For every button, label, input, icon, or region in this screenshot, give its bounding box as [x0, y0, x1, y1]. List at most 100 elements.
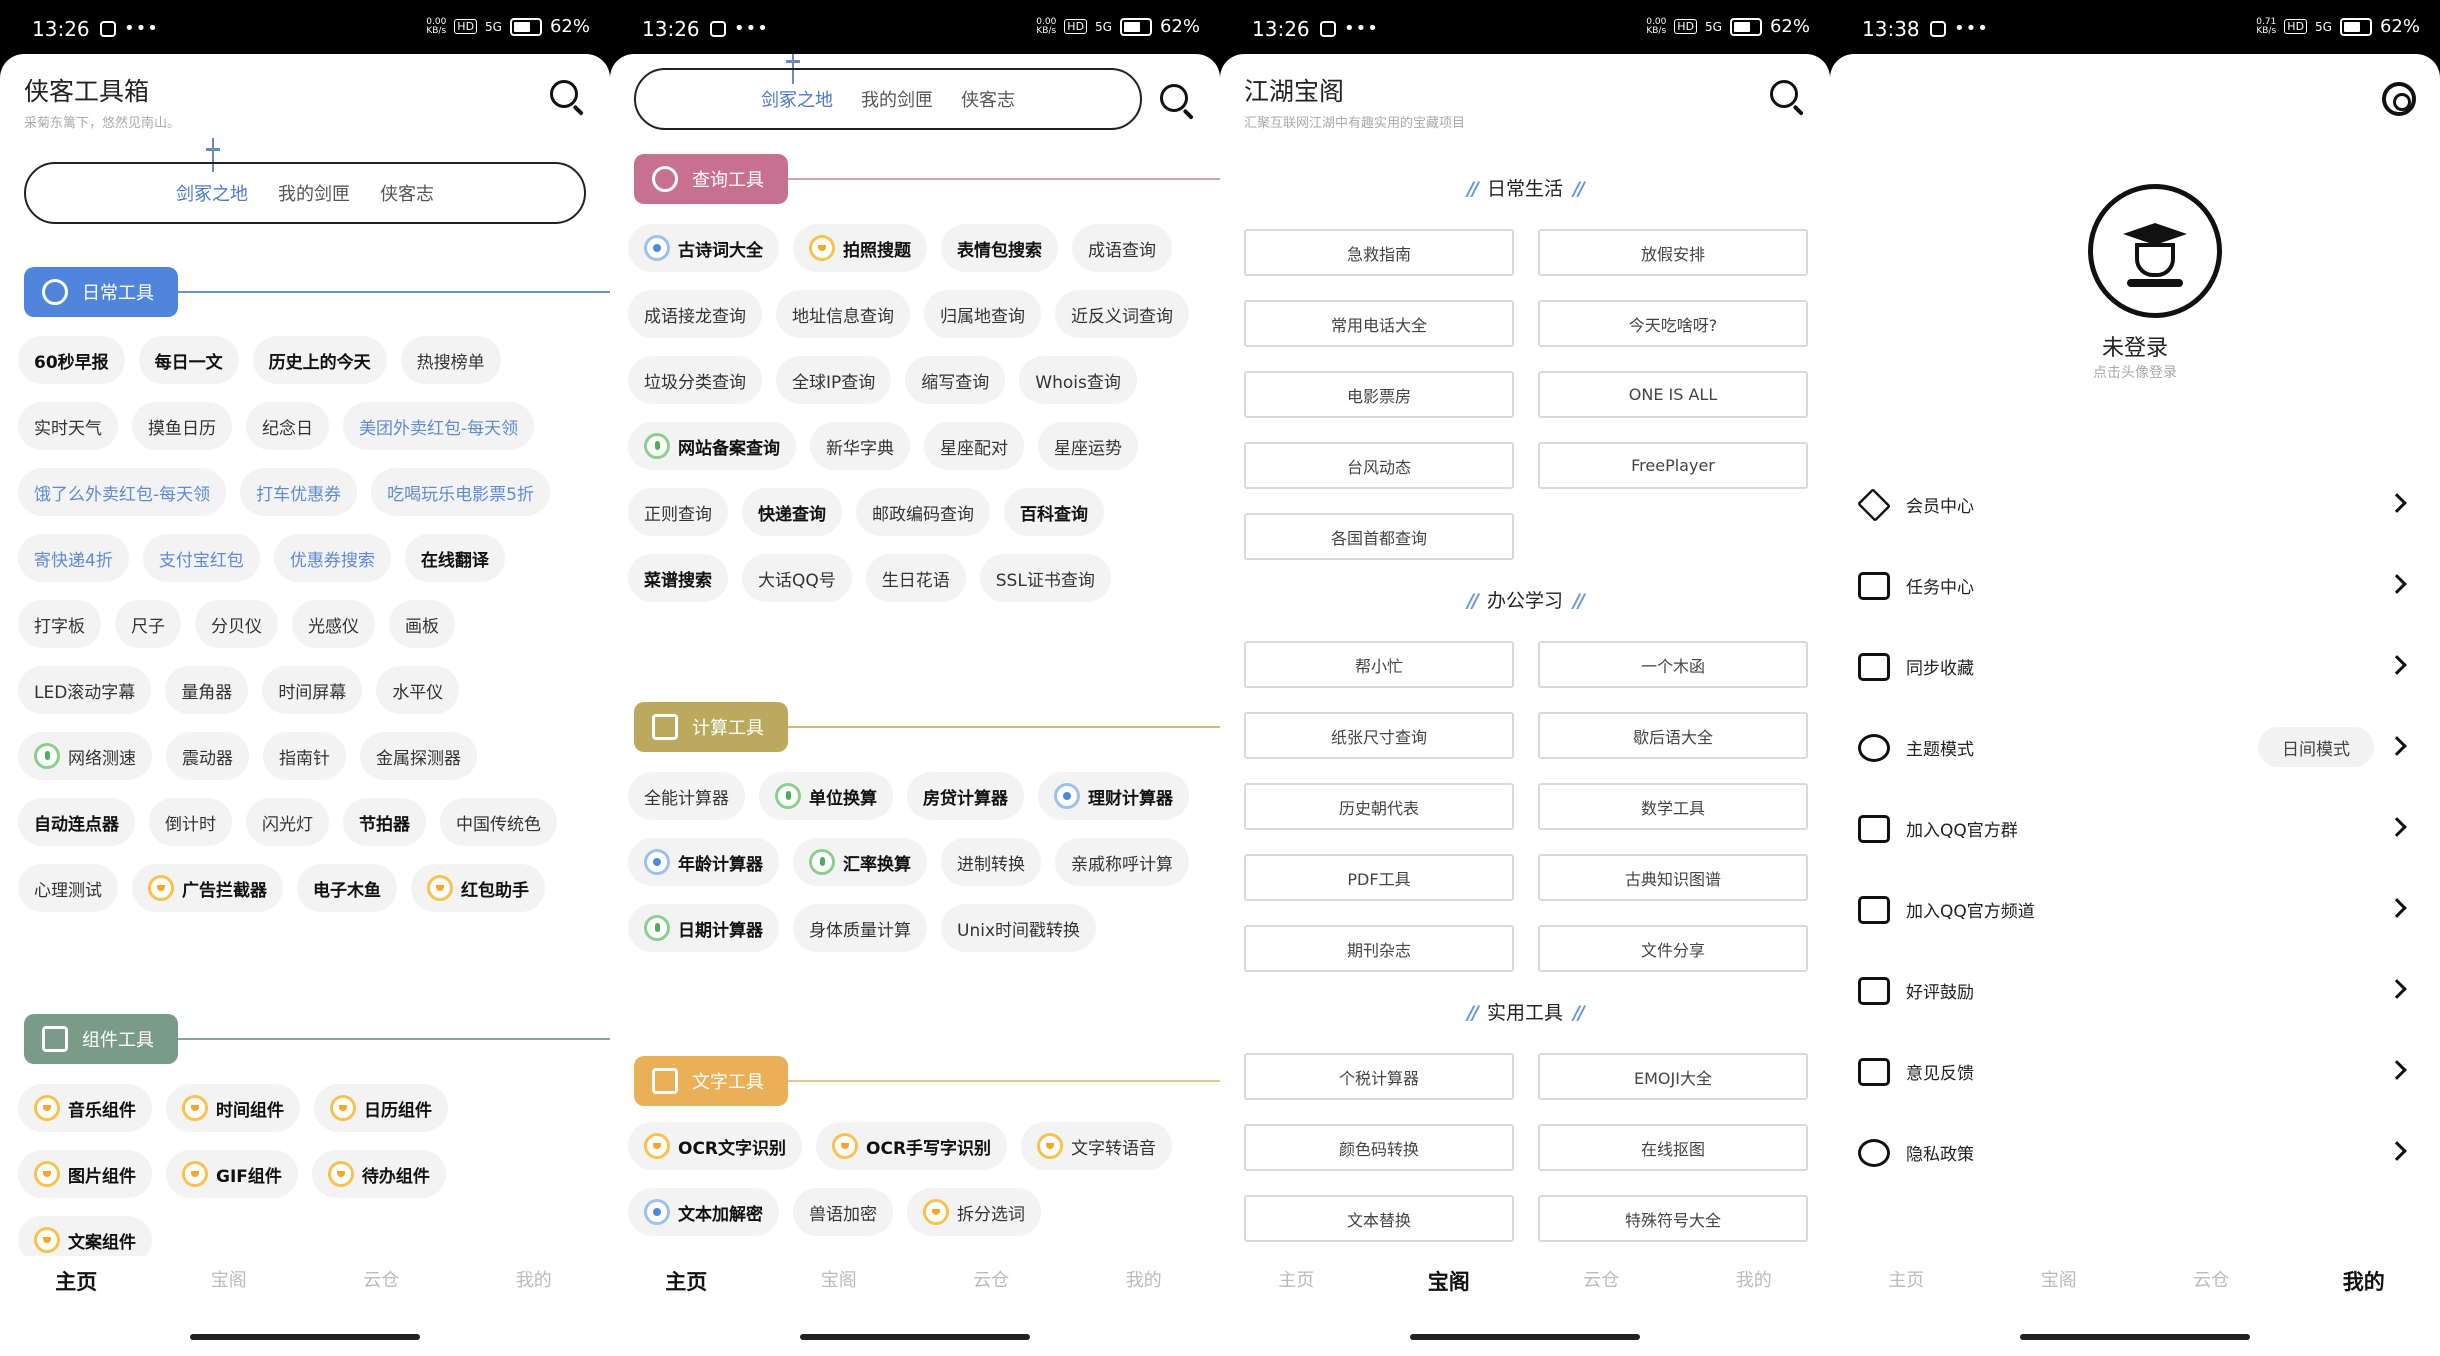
nav-mine[interactable]: 我的 [2288, 1266, 2440, 1296]
tool-chip[interactable]: 画板 [389, 600, 455, 648]
tool-chip[interactable]: Whois查询 [1019, 356, 1137, 404]
treasure-item-button[interactable]: 一个木函 [1538, 641, 1808, 688]
nav-treasure[interactable]: 宝阁 [1373, 1266, 1526, 1296]
tool-chip[interactable]: 单位换算 [759, 772, 893, 820]
menu-row[interactable]: 主题模式 日间模式 [1830, 707, 2440, 788]
nav-cloud[interactable]: 云仓 [915, 1266, 1068, 1296]
tool-chip[interactable]: 美团外卖红包-每天领 [343, 402, 535, 450]
tool-chip[interactable]: 量角器 [165, 666, 249, 714]
tool-chip[interactable]: 房贷计算器 [907, 772, 1024, 820]
tool-chip[interactable]: 拆分选词 [907, 1188, 1041, 1236]
tool-chip[interactable]: 新华字典 [810, 422, 910, 470]
tool-chip[interactable]: 指南针 [263, 732, 346, 780]
treasure-item-button[interactable]: 急救指南 [1244, 229, 1514, 276]
tool-chip[interactable]: 菜谱搜索 [628, 554, 728, 602]
tool-chip[interactable]: 兽语加密 [793, 1188, 893, 1236]
tool-chip[interactable]: 时间屏幕 [262, 666, 363, 714]
tool-chip[interactable]: 打车优惠券 [240, 468, 358, 516]
tool-chip[interactable]: 实时天气 [18, 402, 118, 450]
tool-chip[interactable]: 音乐组件 [18, 1084, 152, 1132]
nav-treasure[interactable]: 宝阁 [153, 1266, 306, 1296]
tool-chip[interactable]: 古诗词大全 [628, 224, 779, 272]
tool-chip[interactable]: 饿了么外卖红包-每天领 [18, 468, 227, 516]
theme-mode-value[interactable]: 日间模式 [2258, 727, 2374, 767]
treasure-item-button[interactable]: 个税计算器 [1244, 1053, 1514, 1100]
tool-chip[interactable]: 纪念日 [246, 402, 329, 450]
tool-chip[interactable]: 日历组件 [314, 1084, 448, 1132]
menu-row[interactable]: 意见反馈 [1830, 1031, 2440, 1112]
treasure-item-button[interactable]: 帮小忙 [1244, 641, 1514, 688]
tool-chip[interactable]: 归属地查询 [924, 290, 1041, 338]
treasure-item-button[interactable]: 颜色码转换 [1244, 1124, 1514, 1171]
tool-chip[interactable]: 打字板 [18, 600, 101, 648]
treasure-item-button[interactable]: 在线抠图 [1538, 1124, 1808, 1171]
tool-chip[interactable]: 日期计算器 [628, 904, 779, 952]
treasure-item-button[interactable]: FreePlayer [1538, 442, 1808, 489]
tool-chip[interactable]: 图片组件 [18, 1150, 152, 1198]
nav-home[interactable]: 主页 [0, 1266, 153, 1296]
tool-chip[interactable]: 60秒早报 [18, 336, 125, 384]
tool-chip[interactable]: 热搜榜单 [400, 336, 501, 384]
tool-chip[interactable]: OCR文字识别 [628, 1122, 803, 1170]
search-button[interactable] [1158, 82, 1196, 120]
nav-cloud[interactable]: 云仓 [305, 1266, 458, 1296]
tool-chip[interactable]: 电子木鱼 [297, 864, 397, 912]
tool-chip[interactable]: 成语接龙查询 [628, 290, 762, 338]
home-indicator[interactable] [1410, 1334, 1640, 1340]
tool-chip[interactable]: 百科查询 [1004, 488, 1104, 536]
tool-chip[interactable]: 红包助手 [411, 864, 545, 912]
menu-row[interactable]: 同步收藏 [1830, 626, 2440, 707]
treasure-item-button[interactable]: 放假安排 [1538, 229, 1808, 276]
treasure-item-button[interactable]: 今天吃啥呀? [1538, 300, 1808, 347]
tool-chip[interactable]: 在线翻译 [404, 534, 505, 582]
tool-chip[interactable]: 闪光灯 [246, 798, 329, 846]
tool-chip[interactable]: 尺子 [115, 600, 181, 648]
tool-chip[interactable]: 吃喝玩乐电影票5折 [371, 468, 550, 516]
tool-chip[interactable]: 网络测速 [18, 732, 152, 780]
tab-sword-land[interactable]: 剑冢之地 [176, 180, 248, 206]
tool-chip[interactable]: 年龄计算器 [628, 838, 779, 886]
menu-row[interactable]: 任务中心 [1830, 545, 2440, 626]
home-indicator[interactable] [2020, 1334, 2250, 1340]
home-indicator[interactable] [800, 1334, 1030, 1340]
tool-chip[interactable]: 全球IP查询 [776, 356, 892, 404]
tool-chip[interactable]: 全能计算器 [628, 772, 745, 820]
treasure-item-button[interactable]: ONE IS ALL [1538, 371, 1808, 418]
search-button[interactable] [1768, 78, 1806, 116]
tool-chip[interactable]: GIF组件 [166, 1150, 298, 1198]
menu-row[interactable]: 加入QQ官方频道 [1830, 869, 2440, 950]
tool-chip[interactable]: 广告拦截器 [132, 864, 283, 912]
tool-chip[interactable]: 地址信息查询 [776, 290, 910, 338]
menu-row[interactable]: 好评鼓励 [1830, 950, 2440, 1031]
home-indicator[interactable] [190, 1334, 420, 1340]
treasure-item-button[interactable]: PDF工具 [1244, 854, 1514, 901]
tool-chip[interactable]: 待办组件 [311, 1150, 446, 1198]
nav-cloud[interactable]: 云仓 [1525, 1266, 1678, 1296]
nav-treasure[interactable]: 宝阁 [1983, 1266, 2136, 1296]
tool-chip[interactable]: 支付宝红包 [142, 534, 260, 582]
tab-hero-log[interactable]: 侠客志 [961, 86, 1015, 112]
treasure-item-button[interactable]: 历史朝代表 [1244, 783, 1514, 830]
treasure-item-button[interactable]: 纸张尺寸查询 [1244, 712, 1514, 759]
settings-icon[interactable] [2382, 82, 2416, 116]
treasure-item-button[interactable]: 台风动态 [1244, 442, 1514, 489]
tool-chip[interactable]: Unix时间戳转换 [941, 904, 1097, 952]
tab-my-sword-box[interactable]: 我的剑匣 [278, 180, 350, 206]
tab-hero-log[interactable]: 侠客志 [380, 180, 434, 206]
tool-chip[interactable]: 心理测试 [18, 864, 118, 912]
treasure-item-button[interactable]: 数学工具 [1538, 783, 1808, 830]
nav-mine[interactable]: 我的 [1068, 1266, 1221, 1296]
treasure-item-button[interactable]: 文件分享 [1538, 925, 1808, 972]
treasure-item-button[interactable]: 古典知识图谱 [1538, 854, 1808, 901]
tool-chip[interactable]: 水平仪 [376, 666, 460, 714]
nav-mine[interactable]: 我的 [1678, 1266, 1831, 1296]
nav-cloud[interactable]: 云仓 [2135, 1266, 2288, 1296]
tool-chip[interactable]: 中国传统色 [440, 798, 557, 846]
treasure-item-button[interactable]: 常用电话大全 [1244, 300, 1514, 347]
search-button[interactable] [548, 78, 586, 116]
tool-chip[interactable]: 光感仪 [292, 600, 375, 648]
tool-chip[interactable]: 生日花语 [865, 554, 966, 602]
tool-chip[interactable]: 优惠券搜索 [273, 534, 391, 582]
tool-chip[interactable]: 缩写查询 [905, 356, 1006, 404]
tool-chip[interactable]: 拍照搜题 [793, 224, 927, 272]
